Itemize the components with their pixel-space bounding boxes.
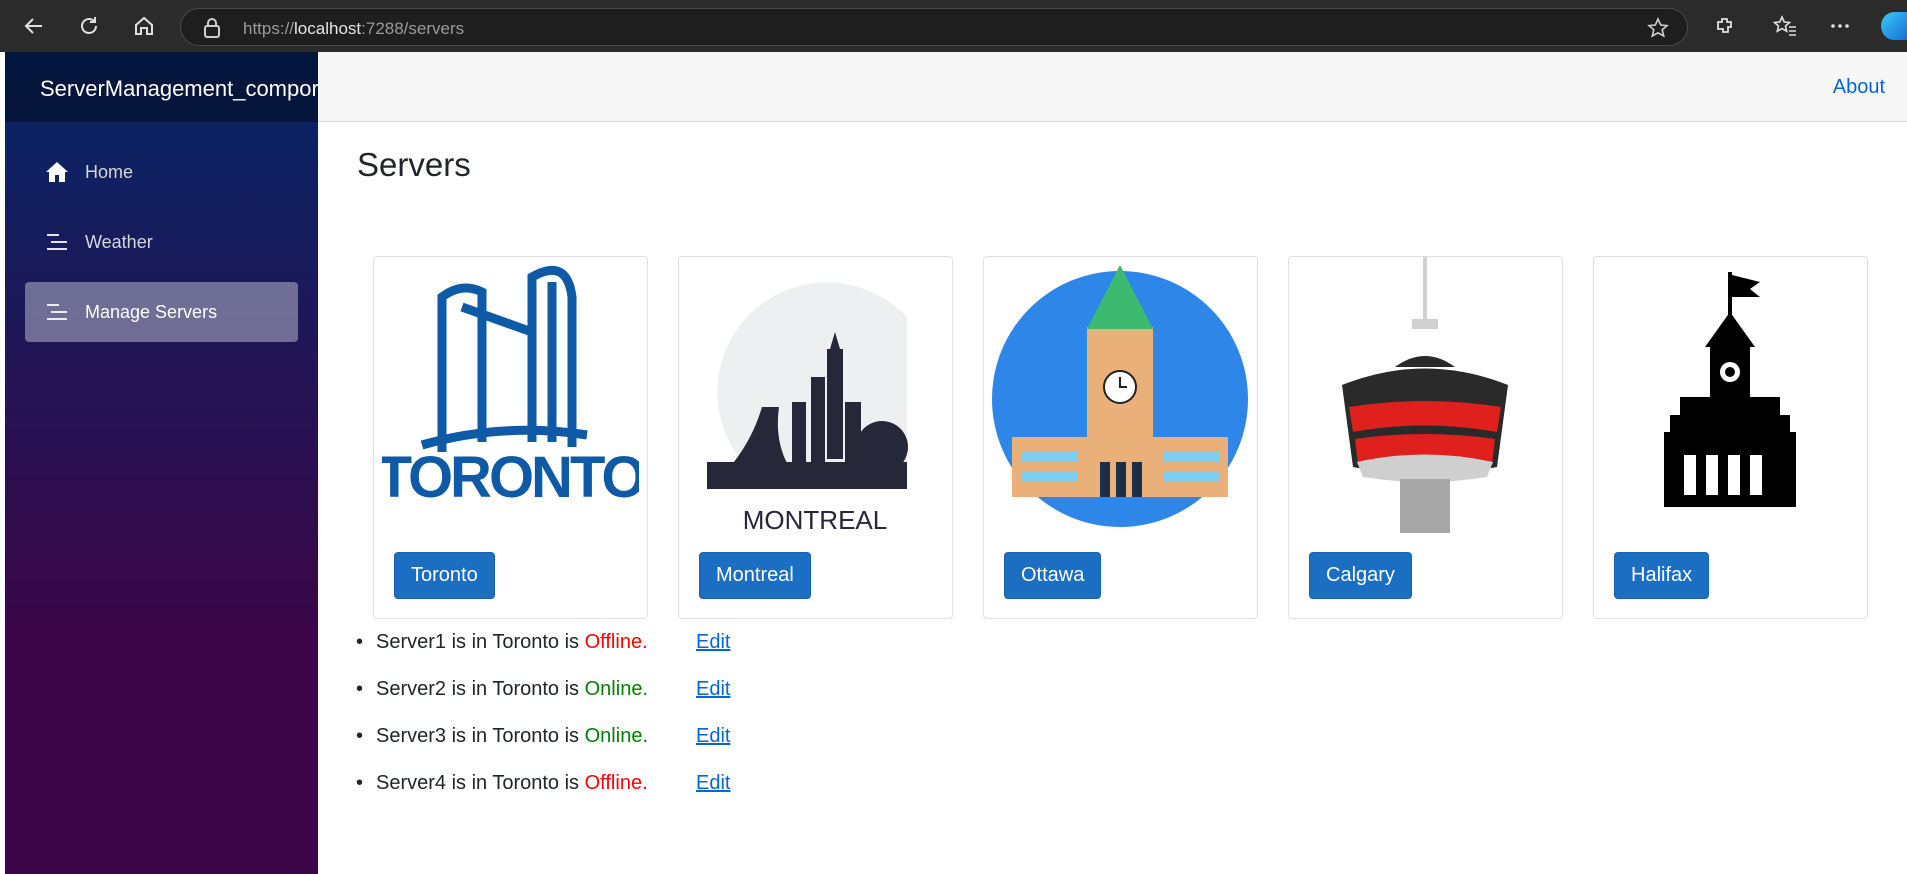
back-icon[interactable] — [18, 10, 50, 42]
server-list-item: Server3 is in Toronto is Online. Edit — [356, 719, 730, 766]
copilot-icon[interactable] — [1881, 12, 1907, 40]
list-icon — [45, 300, 75, 324]
status-offline: Offline. — [584, 772, 648, 794]
toronto-logo-text: TORONTO — [382, 445, 639, 510]
city-card-montreal: MONTREAL Montreal — [678, 256, 953, 619]
status-online: Online. — [584, 678, 648, 700]
city-button-toronto[interactable]: Toronto — [394, 552, 495, 599]
sidebar-item-label: Home — [85, 161, 134, 182]
sidebar-item-label: Manage Servers — [85, 301, 218, 322]
url-text: https://localhost:7288/servers — [243, 19, 465, 38]
home-icon — [45, 160, 75, 184]
list-icon — [45, 230, 75, 254]
sidebar-item-manage-servers[interactable]: Manage Servers — [25, 282, 298, 342]
ottawa-logo — [992, 265, 1248, 527]
montreal-logo: MONTREAL — [707, 282, 908, 533]
browser-toolbar: https://localhost:7288/servers — [0, 0, 1907, 52]
sidebar-item-weather[interactable]: Weather — [25, 212, 298, 272]
page-title: Servers — [357, 146, 471, 183]
status-online: Online. — [584, 725, 648, 747]
halifax-logo — [1664, 272, 1796, 507]
calgary-logo — [1342, 257, 1508, 533]
city-button-montreal[interactable]: Montreal — [699, 552, 811, 599]
app-brand[interactable]: ServerManagement_compor — [40, 76, 318, 102]
edit-server-link[interactable]: Edit — [696, 719, 730, 753]
city-card-toronto: TORONTO Toronto — [373, 256, 648, 619]
edit-server-link[interactable]: Edit — [696, 625, 730, 659]
server-description: Server1 is in Toronto is — [376, 631, 585, 653]
sidebar-header: ServerManagement_compor — [5, 52, 318, 122]
top-row: About — [318, 52, 1907, 122]
sidebar-item-home[interactable]: Home — [25, 142, 298, 202]
edit-server-link[interactable]: Edit — [696, 672, 730, 706]
city-card-halifax: Halifax — [1593, 256, 1868, 619]
server-description: Server4 is in Toronto is — [376, 772, 585, 794]
lock-icon — [204, 18, 220, 38]
home-browser-icon[interactable] — [128, 10, 160, 42]
toronto-logo: TORONTO — [382, 265, 639, 510]
city-card-ottawa: Ottawa — [983, 256, 1258, 619]
server-description: Server3 is in Toronto is — [376, 725, 585, 747]
city-button-ottawa[interactable]: Ottawa — [1004, 552, 1102, 599]
address-bar[interactable]: https://localhost:7288/servers — [180, 8, 1688, 46]
city-button-calgary[interactable]: Calgary — [1309, 552, 1412, 599]
city-card-calgary: Calgary — [1288, 256, 1563, 619]
more-icon[interactable] — [1824, 10, 1856, 42]
server-list-item: Server1 is in Toronto is Offline. Edit — [356, 625, 730, 672]
sidebar: ServerManagement_compor Home Weather Man… — [5, 52, 318, 874]
server-list: Server1 is in Toronto is Offline. Edit S… — [356, 625, 730, 813]
montreal-logo-text: MONTREAL — [743, 505, 887, 533]
favorite-star-icon[interactable] — [1647, 17, 1669, 39]
status-offline: Offline. — [584, 631, 648, 653]
favorites-icon[interactable] — [1769, 10, 1801, 42]
extensions-icon[interactable] — [1709, 10, 1741, 42]
refresh-icon[interactable] — [73, 10, 105, 42]
sidebar-item-label: Weather — [85, 231, 153, 252]
server-description: Server2 is in Toronto is — [376, 678, 585, 700]
server-list-item: Server2 is in Toronto is Online. Edit — [356, 672, 730, 719]
city-button-halifax[interactable]: Halifax — [1614, 552, 1710, 599]
about-link[interactable]: About — [1833, 76, 1885, 99]
edit-server-link[interactable]: Edit — [696, 766, 730, 800]
server-list-item: Server4 is in Toronto is Offline. Edit — [356, 766, 730, 813]
